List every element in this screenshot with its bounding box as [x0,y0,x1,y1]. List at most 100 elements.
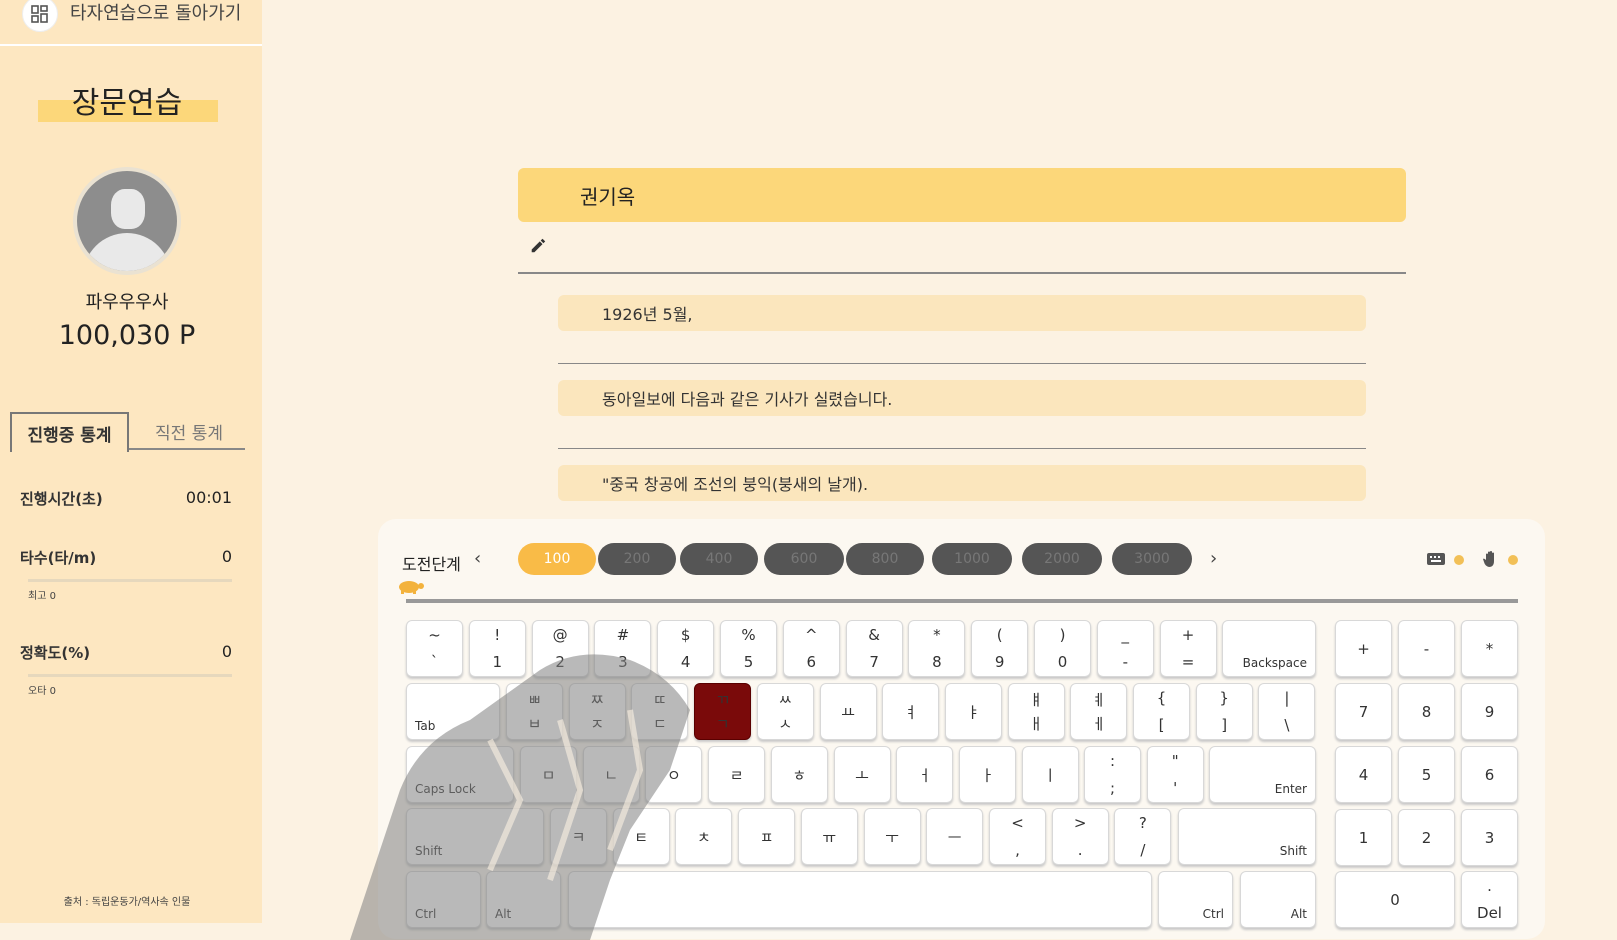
numpad-key-1[interactable]: 1 [1335,809,1392,866]
key-6[interactable]: ^ 6 [782,620,840,677]
key-ㅜ[interactable]: ㅜ [863,808,921,865]
key-ㅑ[interactable]: ㅑ [944,683,1002,740]
key-caps-lock[interactable]: Caps Lock [406,746,514,803]
key-3[interactable]: #3 [594,620,652,677]
key-\[interactable]: | \ [1258,683,1316,740]
chevron-right-icon[interactable]: › [1210,548,1217,569]
numpad-key--[interactable]: - [1398,620,1455,677]
key-'[interactable]: " ' [1146,746,1204,803]
key-backspace[interactable]: Backspace [1222,620,1316,677]
tab-previous-stats[interactable]: 직전 통계 [133,412,245,450]
level-pill-400[interactable]: 400 [680,543,758,575]
key-shift-right[interactable]: Shift [1178,808,1316,865]
key-=[interactable]: + = [1159,620,1217,677]
key-1[interactable]: ! 1 [468,620,526,677]
key-ㅂ[interactable]: ㅃㅂ [506,683,563,740]
key-5[interactable]: % 5 [720,620,777,677]
key-ㅐ[interactable]: ㅒㅐ [1007,683,1065,740]
level-label: 도전단계 [402,555,461,574]
key-ㄱ[interactable]: ㄲㄱ [694,683,752,740]
numpad-key-+[interactable]: + [1335,620,1392,677]
key-ㅔ[interactable]: ㅖㅔ [1070,683,1128,740]
key-ㅁ[interactable]: ㅁ [520,746,577,803]
source-line: "중국 창공에 조선의 붕익(붕새의 날개). [558,465,1366,501]
key-[[interactable]: {[ [1133,683,1190,740]
key-alt-left[interactable]: Alt [486,871,561,928]
numpad-key-7[interactable]: 7 [1335,683,1392,740]
key-7[interactable]: & 7 [845,620,903,677]
hand-toggle-dot[interactable] [1508,555,1518,565]
key-ㅅ[interactable]: ㅆㅅ [756,683,814,740]
key-ㄹ[interactable]: ㄹ [708,746,766,803]
progress-track [406,599,1518,603]
key-ㅇ[interactable]: ㅇ [645,746,703,803]
key-,[interactable]: <, [989,808,1046,865]
key-][interactable]: }] [1195,683,1253,740]
keyboard-toggle-dot[interactable] [1454,555,1464,565]
pencil-icon[interactable] [527,236,549,254]
key-tab[interactable]: Tab [406,683,500,740]
level-pill-600[interactable]: 600 [764,543,844,575]
key-enter[interactable]: Enter [1209,746,1316,803]
key-ctrl-right[interactable]: Ctrl [1158,871,1233,928]
key-4[interactable]: $4 [657,620,715,677]
key-/[interactable]: ? / [1114,808,1172,865]
key-ctrl-left[interactable]: Ctrl [406,871,481,928]
key-ㅛ[interactable]: ㅛ [819,683,877,740]
key-ㅍ[interactable]: ㅍ [738,808,796,865]
numpad-key-del[interactable]: . Del [1461,871,1518,928]
key-ㅎ[interactable]: ㅎ [770,746,828,803]
numpad-key-*[interactable]: * [1461,620,1518,677]
key-ㅣ[interactable]: ㅣ [1021,746,1079,803]
points: 100,030 P [58,320,196,351]
input-line[interactable] [558,448,1366,449]
hand-icon[interactable] [1482,550,1500,568]
input-line[interactable] [558,363,1366,364]
key-ㅗ[interactable]: ㅗ [833,746,891,803]
numpad-key-8[interactable]: 8 [1398,683,1455,740]
tab-current-stats[interactable]: 진행중 통계 [10,412,129,452]
level-pill-100[interactable]: 100 [518,543,596,575]
key-shift-left[interactable]: Shift [406,808,544,865]
key-ㅏ[interactable]: ㅏ [958,746,1016,803]
level-pill-200[interactable]: 200 [598,543,676,575]
stat-sub: 최고 0 [28,591,56,602]
numpad-key-5[interactable]: 5 [1398,746,1455,803]
level-pill-2000[interactable]: 2000 [1022,543,1102,575]
key-ㅈ[interactable]: ㅉㅈ [568,683,626,740]
key-.[interactable]: >. [1051,808,1109,865]
key-ㅠ[interactable]: ㅠ [800,808,858,865]
numpad-key-0[interactable]: 0 [1335,871,1455,928]
key-ㅕ[interactable]: ㅕ [882,683,940,740]
key-ㅡ[interactable]: ㅡ [926,808,984,865]
text-title: 권기옥 [518,168,1406,222]
key-9[interactable]: (9 [971,620,1029,677]
username: 파우우우사 [85,292,169,313]
key--[interactable]: _ - [1096,620,1154,677]
numpad-key-2[interactable]: 2 [1398,809,1455,866]
key-;[interactable]: :; [1084,746,1141,803]
key-alt-right[interactable]: Alt [1240,871,1316,928]
key-`[interactable]: ~ ` [406,620,463,677]
key-ㄷ[interactable]: ㄸㄷ [631,683,689,740]
key-2[interactable]: @2 [531,620,589,677]
key-ㅊ[interactable]: ㅊ [675,808,733,865]
back-link[interactable]: 타자연습으로 돌아가기 [0,0,262,46]
level-pill-800[interactable]: 800 [846,543,924,575]
chevron-left-icon[interactable]: ‹ [474,548,481,569]
keyboard-icon[interactable] [1426,552,1446,566]
level-pill-1000[interactable]: 1000 [932,543,1012,575]
numpad-key-6[interactable]: 6 [1461,746,1518,803]
key-space[interactable] [568,871,1152,928]
key-ㅓ[interactable]: ㅓ [896,746,954,803]
key-ㅌ[interactable]: ㅌ [612,808,670,865]
key-8[interactable]: * 8 [908,620,966,677]
key-0[interactable]: ) 0 [1034,620,1091,677]
key-ㅋ[interactable]: ㅋ [550,808,607,865]
numpad-key-9[interactable]: 9 [1461,683,1518,740]
numpad-key-3[interactable]: 3 [1461,809,1518,866]
stat-label: 정확도(%) [20,644,91,662]
numpad-key-4[interactable]: 4 [1335,746,1392,803]
level-pill-3000[interactable]: 3000 [1112,543,1192,575]
key-ㄴ[interactable]: ㄴ [582,746,640,803]
